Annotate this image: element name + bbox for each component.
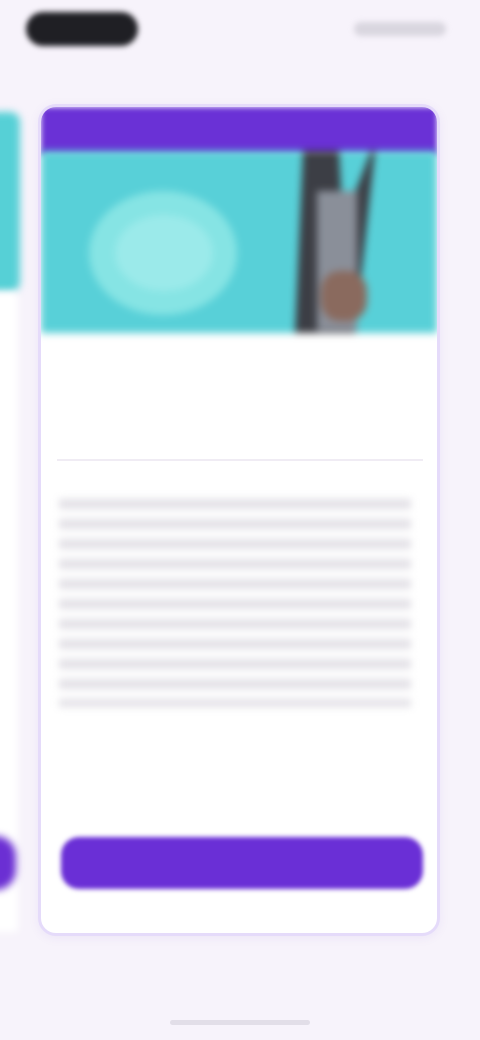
hero-person-photo xyxy=(281,151,413,333)
section-divider xyxy=(57,459,423,461)
offer-card xyxy=(38,104,440,936)
description-text-block xyxy=(59,499,411,707)
photo-hand xyxy=(321,271,367,321)
hero-badge-highlight xyxy=(115,215,213,291)
home-indicator[interactable] xyxy=(170,1020,310,1025)
status-icons xyxy=(354,22,446,36)
previous-card-hero[interactable] xyxy=(0,112,20,292)
dynamic-island xyxy=(26,12,138,46)
cta-button[interactable] xyxy=(61,837,423,889)
previous-card[interactable] xyxy=(0,292,18,932)
hero-image xyxy=(41,151,437,333)
status-bar xyxy=(0,0,480,64)
app-screen xyxy=(0,0,480,1040)
card-ribbon xyxy=(41,107,437,155)
